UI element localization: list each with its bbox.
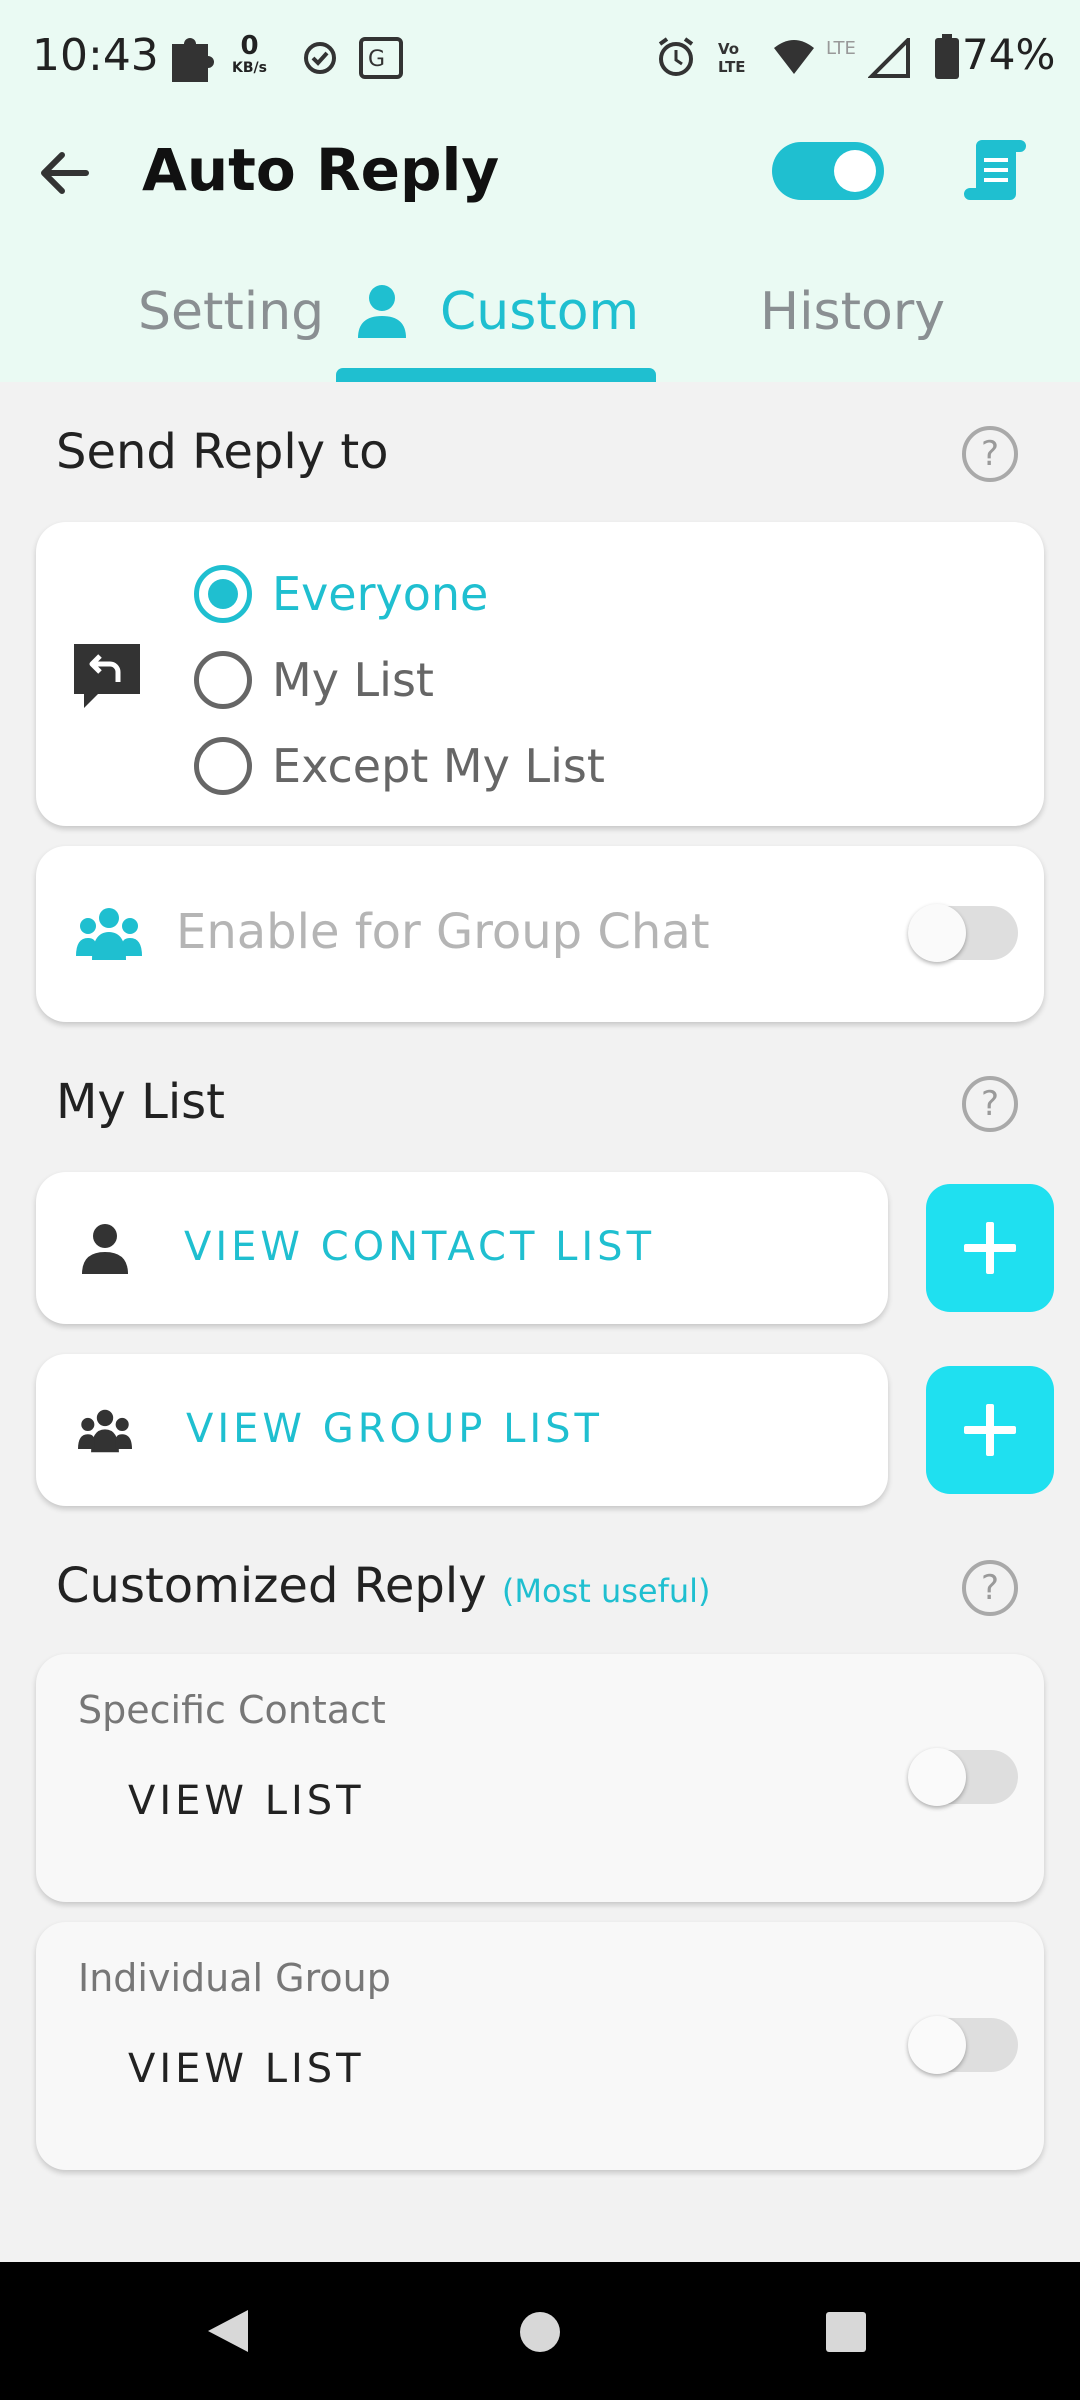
svg-text:LTE: LTE (718, 58, 746, 76)
help-icon[interactable]: ? (962, 1560, 1018, 1616)
group-chat-label: Enable for Group Chat (176, 904, 710, 960)
radio-except-my-list[interactable]: Except My List (194, 736, 605, 796)
nav-back-icon[interactable] (204, 2306, 252, 2356)
lte-icon: LTE (826, 38, 856, 58)
view-contact-list-button[interactable]: VIEW CONTACT LIST (36, 1172, 888, 1324)
nav-home-icon[interactable] (518, 2310, 562, 2354)
system-nav-bar (0, 2262, 1080, 2400)
individual-group-view-list[interactable]: VIEW LIST (128, 2046, 365, 2092)
svg-text:Vo: Vo (718, 40, 739, 58)
svg-text:LTE: LTE (826, 38, 856, 58)
send-reply-title: Send Reply to (56, 424, 389, 480)
customized-reply-heading: Customized Reply (Most useful) (56, 1558, 711, 1614)
person-icon (82, 1224, 128, 1274)
individual-group-subtitle: Individual Group (78, 1956, 391, 2000)
group-chat-toggle[interactable] (908, 904, 1018, 962)
view-group-list-button[interactable]: VIEW GROUP LIST (36, 1354, 888, 1506)
reply-icon (74, 644, 140, 708)
net-speed-unit: KB/s (232, 60, 267, 76)
toggle-knob (908, 904, 966, 962)
help-icon[interactable]: ? (962, 426, 1018, 482)
toggle-knob (908, 2016, 966, 2074)
notification-icon (172, 38, 214, 82)
radio-my-list[interactable]: My List (194, 650, 434, 710)
group-chat-card: Enable for Group Chat (36, 846, 1044, 1022)
status-bar: 10:43 0 KB/s G Vo LTE LTE 74% (0, 0, 1080, 118)
tab-history[interactable]: History (760, 282, 945, 342)
add-group-button[interactable] (926, 1366, 1054, 1494)
page-title: Auto Reply (142, 136, 500, 204)
net-speed: 0 KB/s (232, 32, 267, 76)
status-time: 10:43 (32, 30, 159, 81)
radio-label: Except My List (272, 739, 605, 793)
view-contact-list-label: VIEW CONTACT LIST (184, 1224, 656, 1270)
svg-text:G: G (368, 47, 385, 72)
group-icon (76, 908, 142, 960)
wifi-icon (774, 40, 814, 74)
person-icon (358, 285, 406, 338)
radio-everyone[interactable]: Everyone (194, 564, 488, 624)
tab-custom[interactable]: Custom (440, 282, 639, 342)
specific-contact-subtitle: Specific Contact (78, 1688, 386, 1732)
translate-icon: G (359, 37, 403, 79)
radio-button[interactable] (194, 737, 252, 795)
toggle-knob (908, 1748, 966, 1806)
check-circle-icon (304, 42, 336, 74)
individual-group-card: Individual Group VIEW LIST (36, 1922, 1044, 2170)
volte-icon: Vo LTE (718, 40, 746, 76)
most-useful-hint: (Most useful) (501, 1572, 711, 1610)
send-reply-card: Everyone My List Except My List (36, 522, 1044, 826)
my-list-title: My List (56, 1074, 225, 1130)
battery-percent: 74% (962, 30, 1056, 79)
net-speed-value: 0 (240, 31, 259, 61)
help-icon[interactable]: ? (962, 1076, 1018, 1132)
battery-icon (935, 34, 959, 79)
alarm-icon (658, 37, 694, 76)
add-contact-button[interactable] (926, 1184, 1054, 1312)
nav-recents-icon[interactable] (824, 2310, 868, 2354)
active-tab-indicator (336, 368, 656, 382)
radio-button[interactable] (194, 651, 252, 709)
tab-setting[interactable]: Setting (138, 282, 324, 342)
back-arrow-icon[interactable] (30, 138, 100, 208)
view-group-list-label: VIEW GROUP LIST (186, 1406, 603, 1452)
toggle-knob (834, 150, 876, 192)
radio-label: Everyone (272, 567, 489, 621)
document-icon[interactable] (958, 136, 1030, 208)
specific-contact-toggle[interactable] (908, 1748, 1018, 1806)
auto-reply-toggle[interactable] (772, 142, 884, 200)
signal-icon (868, 38, 910, 78)
customized-reply-title: Customized Reply (56, 1558, 487, 1614)
specific-contact-view-list[interactable]: VIEW LIST (128, 1778, 365, 1824)
tab-bar: Setting Custom History (0, 260, 1080, 382)
specific-contact-card: Specific Contact VIEW LIST (36, 1654, 1044, 1902)
group-icon (78, 1409, 132, 1453)
individual-group-toggle[interactable] (908, 2016, 1018, 2074)
radio-button[interactable] (194, 565, 252, 623)
radio-label: My List (272, 653, 434, 707)
